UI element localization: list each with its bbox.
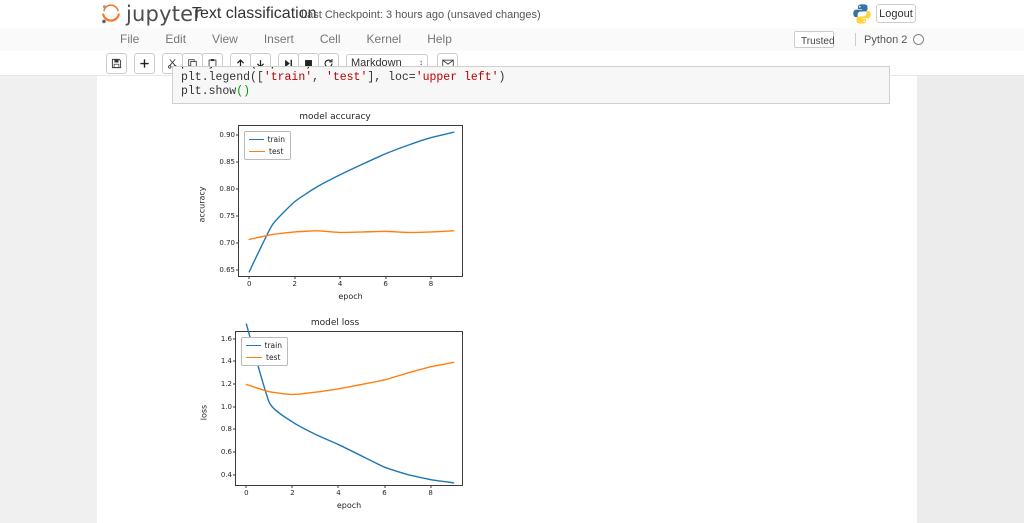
y-tick-mark	[233, 406, 236, 407]
x-tick-label: 4	[336, 489, 340, 497]
y-tick-mark	[236, 216, 239, 217]
y-tick-mark	[233, 474, 236, 475]
menu-item-edit[interactable]: Edit	[152, 28, 199, 51]
jupyter-logo-text: jupyter	[126, 2, 202, 26]
legend-swatch-test	[249, 151, 265, 153]
y-tick-label: 0.75	[219, 212, 235, 220]
y-axis-label: accuracy	[198, 175, 207, 235]
save-button[interactable]	[106, 53, 127, 74]
x-tick-mark	[292, 485, 293, 488]
logout-button[interactable]: Logout	[876, 4, 916, 23]
y-tick-label: 0.90	[219, 131, 235, 139]
notebook-header: jupyter Text classification Last Checkpo…	[0, 0, 1024, 29]
legend-swatch-test	[246, 357, 262, 359]
x-tick-label: 2	[290, 489, 294, 497]
figure-model-loss: model loss loss train test 0.40.60.81.01…	[190, 318, 480, 513]
x-tick-mark	[384, 485, 385, 488]
code-line-show: plt.show()	[181, 85, 250, 98]
y-tick-mark	[233, 361, 236, 362]
menu-item-view[interactable]: View	[199, 28, 251, 51]
x-tick-label: 8	[429, 280, 433, 288]
y-tick-mark	[236, 135, 239, 136]
page-left-gutter	[0, 62, 97, 523]
y-tick-mark	[233, 384, 236, 385]
x-tick-mark	[385, 276, 386, 279]
y-axis-label: loss	[200, 383, 209, 443]
y-tick-label: 0.70	[219, 239, 235, 247]
menu-item-help[interactable]: Help	[414, 28, 465, 51]
figure-model-accuracy: model accuracy accuracy train test 0.650…	[190, 112, 480, 304]
legend-entry-test: test	[246, 353, 282, 362]
x-axis-label: epoch	[235, 501, 463, 510]
menu-item-file[interactable]: File	[107, 28, 152, 51]
jupyter-logo[interactable]: jupyter	[100, 1, 202, 27]
jupyter-logo-icon	[100, 3, 122, 25]
y-tick-mark	[233, 451, 236, 452]
y-tick-mark	[236, 270, 239, 271]
page-title[interactable]: Text classification	[192, 5, 317, 23]
y-tick-label: 0.85	[219, 158, 235, 166]
last-checkpoint-status: Last Checkpoint: 3 hours ago (unsaved ch…	[301, 9, 541, 21]
kernel-name-label: Python 2	[864, 34, 907, 46]
x-tick-label: 6	[382, 489, 386, 497]
x-tick-mark	[431, 276, 432, 279]
chart-legend: train test	[244, 131, 291, 160]
insert-cell-below-button[interactable]	[134, 53, 155, 74]
code-cell[interactable]: plt.ylabel('epoch') plt.legend(['train',…	[172, 66, 890, 104]
y-tick-label: 0.4	[221, 471, 232, 479]
menu-item-kernel[interactable]: Kernel	[354, 28, 415, 51]
menu-item-insert[interactable]: Insert	[251, 28, 307, 51]
menu-bar: File Edit View Insert Cell Kernel Help T…	[0, 28, 1024, 52]
code-line-clipped: plt.ylabel('epoch')	[181, 66, 312, 70]
chart-title: model loss	[190, 318, 480, 328]
y-tick-mark	[233, 338, 236, 339]
y-tick-label: 0.6	[221, 448, 232, 456]
kernel-indicator: Python 2	[855, 31, 924, 48]
plot-area: train test 0.650.700.750.800.850.9002468	[238, 125, 463, 277]
x-tick-mark	[246, 485, 247, 488]
menu-items: File Edit View Insert Cell Kernel Help	[107, 28, 465, 51]
python-logo-icon	[851, 3, 873, 25]
x-tick-label: 6	[383, 280, 387, 288]
x-tick-mark	[430, 485, 431, 488]
kernel-idle-circle-icon[interactable]	[913, 34, 924, 45]
x-tick-mark	[340, 276, 341, 279]
y-tick-label: 1.4	[221, 357, 232, 365]
series-line-test	[249, 231, 454, 240]
code-cell-source: plt.ylabel('epoch') plt.legend(['train',…	[181, 66, 505, 99]
page-right-margin	[917, 62, 1024, 523]
legend-swatch-train	[249, 139, 264, 141]
series-line-test	[246, 362, 453, 394]
plot-area: train test 0.40.60.81.01.21.41.602468	[235, 331, 463, 486]
legend-entry-train: train	[246, 341, 282, 350]
x-tick-mark	[294, 276, 295, 279]
y-tick-mark	[236, 243, 239, 244]
legend-entry-test: test	[249, 147, 285, 156]
y-tick-label: 1.6	[221, 335, 232, 343]
legend-swatch-train	[246, 345, 261, 347]
y-tick-mark	[233, 429, 236, 430]
chart-legend: train test	[241, 337, 288, 366]
legend-entry-train: train	[249, 135, 285, 144]
trusted-badge[interactable]: Trusted	[794, 31, 834, 48]
y-tick-label: 0.80	[219, 185, 235, 193]
separator	[855, 33, 856, 46]
y-tick-label: 1.2	[221, 380, 232, 388]
x-axis-label: epoch	[238, 292, 463, 301]
x-tick-mark	[338, 485, 339, 488]
x-tick-label: 2	[292, 280, 296, 288]
y-tick-label: 0.65	[219, 266, 235, 274]
x-tick-label: 8	[428, 489, 432, 497]
x-tick-mark	[249, 276, 250, 279]
y-tick-mark	[236, 189, 239, 190]
x-tick-label: 4	[338, 280, 342, 288]
x-tick-label: 0	[247, 280, 251, 288]
menu-item-cell[interactable]: Cell	[307, 28, 354, 51]
y-tick-label: 0.8	[221, 425, 232, 433]
x-tick-label: 0	[244, 489, 248, 497]
code-line-legend: plt.legend(['train', 'test'], loc='upper…	[181, 71, 505, 84]
y-tick-mark	[236, 162, 239, 163]
chart-title: model accuracy	[190, 112, 480, 122]
y-tick-label: 1.0	[221, 403, 232, 411]
